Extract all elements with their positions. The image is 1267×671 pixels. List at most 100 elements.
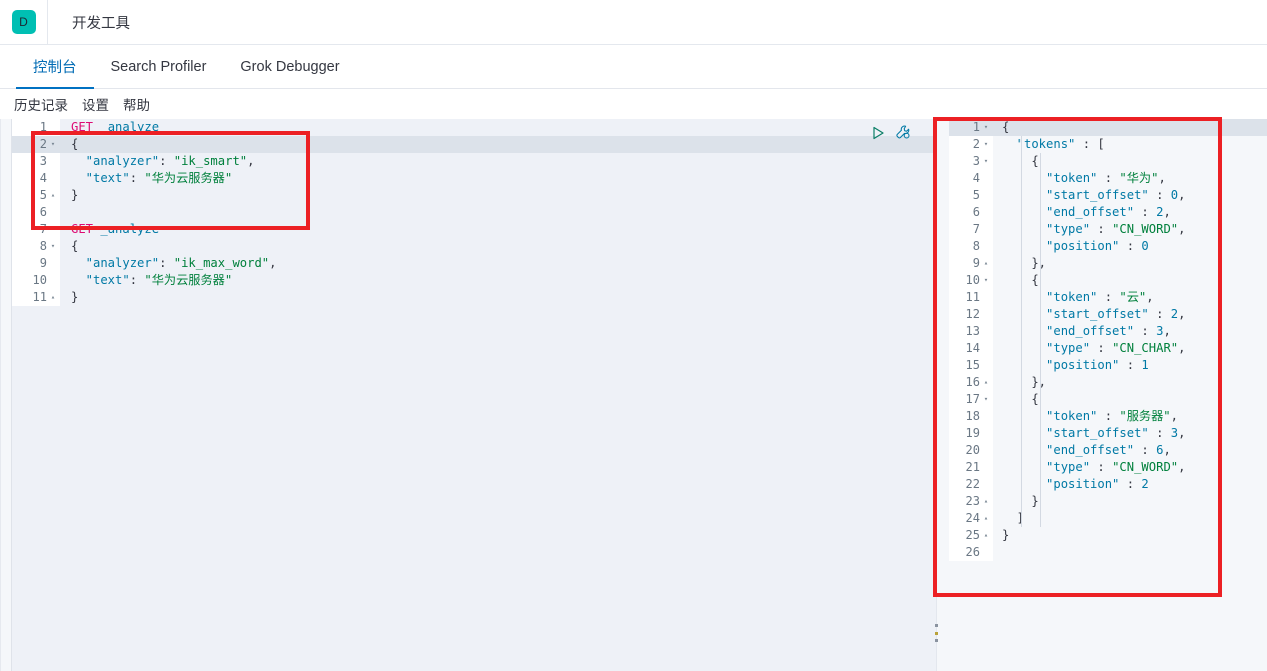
code-text: "analyzer": "ik_max_word", [60, 255, 937, 272]
code-text: "position" : 0 [993, 238, 1267, 255]
code-text: { [993, 119, 1267, 136]
code-line[interactable]: 14 "type" : "CN_CHAR", [949, 340, 1267, 357]
token-punc: : [1134, 324, 1157, 338]
code-line[interactable]: 2 ▾ { [12, 136, 937, 153]
response-editor[interactable]: 1 ▾{2 ▾ "tokens" : [3 ▾ {4 "token" : "华为", 5… [949, 119, 1267, 671]
fold-open-icon[interactable]: ▾ [982, 391, 990, 408]
line-number: 5 ▴ [12, 187, 60, 204]
fold-open-icon[interactable]: ▾ [982, 119, 990, 136]
code-line[interactable]: 5 "start_offset" : 0, [949, 187, 1267, 204]
devtools-console-page: D 开发工具 控制台 Search Profiler Grok Debugger… [0, 0, 1267, 671]
play-icon[interactable] [870, 125, 886, 141]
code-line[interactable]: 8 ▾ { [12, 238, 937, 255]
code-line[interactable]: 19 "start_offset" : 3, [949, 425, 1267, 442]
code-line[interactable]: 9 "analyzer": "ik_max_word", [12, 255, 937, 272]
tab-search-profiler[interactable]: Search Profiler [94, 45, 224, 88]
code-text: GET _analyze [60, 119, 937, 136]
drag-dot [935, 624, 938, 627]
token-punc: , [1163, 324, 1171, 338]
tab-console[interactable]: 控制台 [16, 45, 94, 89]
code-line[interactable]: 13 "end_offset" : 3, [949, 323, 1267, 340]
token-punc: { [71, 239, 79, 253]
token-key: "analyzer" [71, 256, 160, 270]
code-text: { [993, 272, 1267, 289]
code-line[interactable]: 23 ▴ } [949, 493, 1267, 510]
code-line[interactable]: 7 GET _analyze [12, 221, 937, 238]
submenu-item-history[interactable]: 历史记录 [14, 94, 68, 114]
line-number: 19 [949, 425, 993, 442]
code-line[interactable]: 7 "type" : "CN_WORD", [949, 221, 1267, 238]
code-line[interactable]: 3 "analyzer": "ik_smart", [12, 153, 937, 170]
code-line[interactable]: 10 "text": "华为云服务器" [12, 272, 937, 289]
line-number: 24 ▴ [949, 510, 993, 527]
fold-open-icon[interactable]: ▾ [49, 136, 57, 153]
app-logo-container[interactable]: D [0, 0, 48, 44]
code-text: } [60, 289, 937, 306]
devtools-tabbar: 控制台 Search Profiler Grok Debugger [0, 45, 1267, 89]
code-line[interactable]: 4 "text": "华为云服务器" [12, 170, 937, 187]
wrench-icon[interactable] [895, 124, 912, 141]
token-punc: : [1097, 409, 1120, 423]
line-number: 15 [949, 357, 993, 374]
tab-grok-debugger[interactable]: Grok Debugger [223, 45, 356, 88]
code-line[interactable]: 21 "type" : "CN_WORD", [949, 459, 1267, 476]
code-line[interactable]: 20 "end_offset" : 6, [949, 442, 1267, 459]
line-number: 7 [12, 221, 60, 238]
token-num: 3 [1170, 426, 1179, 440]
code-line[interactable]: 22 "position" : 2 [949, 476, 1267, 493]
code-line[interactable]: 6 "end_offset" : 2, [949, 204, 1267, 221]
code-line[interactable]: 1 ▾ { [949, 119, 1267, 136]
code-line[interactable]: 25 ▴} [949, 527, 1267, 544]
elastic-logo-icon: D [11, 10, 36, 34]
fold-open-icon[interactable]: ▾ [982, 272, 990, 289]
fold-open-icon[interactable]: ▾ [982, 136, 990, 153]
code-text: "type" : "CN_CHAR", [993, 340, 1267, 357]
submenu-item-help[interactable]: 帮助 [123, 94, 150, 114]
code-line[interactable]: 10 ▾ { [949, 272, 1267, 289]
code-line[interactable]: 16 ▴ }, [949, 374, 1267, 391]
fold-close-icon[interactable]: ▴ [982, 527, 990, 544]
token-punc: : [1090, 341, 1113, 355]
fold-close-icon[interactable]: ▴ [982, 255, 990, 272]
request-editor[interactable]: 1 GET _analyze 2 ▾{3 "analyzer": "ik_smart"… [11, 119, 937, 671]
line-number: 26 [949, 544, 993, 561]
code-line[interactable]: 3 ▾ { [949, 153, 1267, 170]
code-line[interactable]: 26 [949, 544, 1267, 561]
code-line[interactable]: 4 "token" : "华为", [949, 170, 1267, 187]
code-line[interactable]: 24 ▴ ] [949, 510, 1267, 527]
token-punc: : [129, 171, 145, 185]
fold-close-icon[interactable]: ▴ [49, 289, 57, 306]
code-line[interactable]: 8 "position" : 0 [949, 238, 1267, 255]
console-submenu: 历史记录 设置 帮助 [0, 89, 1267, 119]
line-number: 4 [12, 170, 60, 187]
fold-close-icon[interactable]: ▴ [982, 493, 990, 510]
code-line[interactable]: 15 "position" : 1 [949, 357, 1267, 374]
token-punc: : [1148, 307, 1171, 321]
code-line[interactable]: 5 ▴} [12, 187, 937, 204]
line-number: 8 ▾ [12, 238, 60, 255]
line-number: 6 [12, 204, 60, 221]
token-key: "start_offset" [1002, 188, 1149, 202]
code-line[interactable]: 18 "token" : "服务器", [949, 408, 1267, 425]
code-line[interactable]: 11 ▴} [12, 289, 937, 306]
token-num: 1 [1141, 358, 1149, 372]
submenu-item-settings[interactable]: 设置 [82, 94, 109, 114]
fold-close-icon[interactable]: ▴ [49, 187, 57, 204]
fold-open-icon[interactable]: ▾ [982, 153, 990, 170]
line-number: 14 [949, 340, 993, 357]
token-key: "text" [71, 273, 130, 287]
indent-guide [1040, 153, 1041, 527]
fold-close-icon[interactable]: ▴ [982, 374, 990, 391]
code-line[interactable]: 11 "token" : "云", [949, 289, 1267, 306]
code-text: } [993, 493, 1267, 510]
code-line[interactable]: 1 GET _analyze [12, 119, 937, 136]
token-key: "start_offset" [1002, 307, 1149, 321]
code-line[interactable]: 9 ▴ }, [949, 255, 1267, 272]
code-line[interactable]: 2 ▾ "tokens" : [ [949, 136, 1267, 153]
fold-open-icon[interactable]: ▾ [49, 238, 57, 255]
code-line[interactable]: 6 [12, 204, 937, 221]
code-line[interactable]: 12 "start_offset" : 2, [949, 306, 1267, 323]
code-line[interactable]: 17 ▾ { [949, 391, 1267, 408]
fold-close-icon[interactable]: ▴ [982, 510, 990, 527]
pane-resize-handle[interactable] [935, 624, 939, 642]
